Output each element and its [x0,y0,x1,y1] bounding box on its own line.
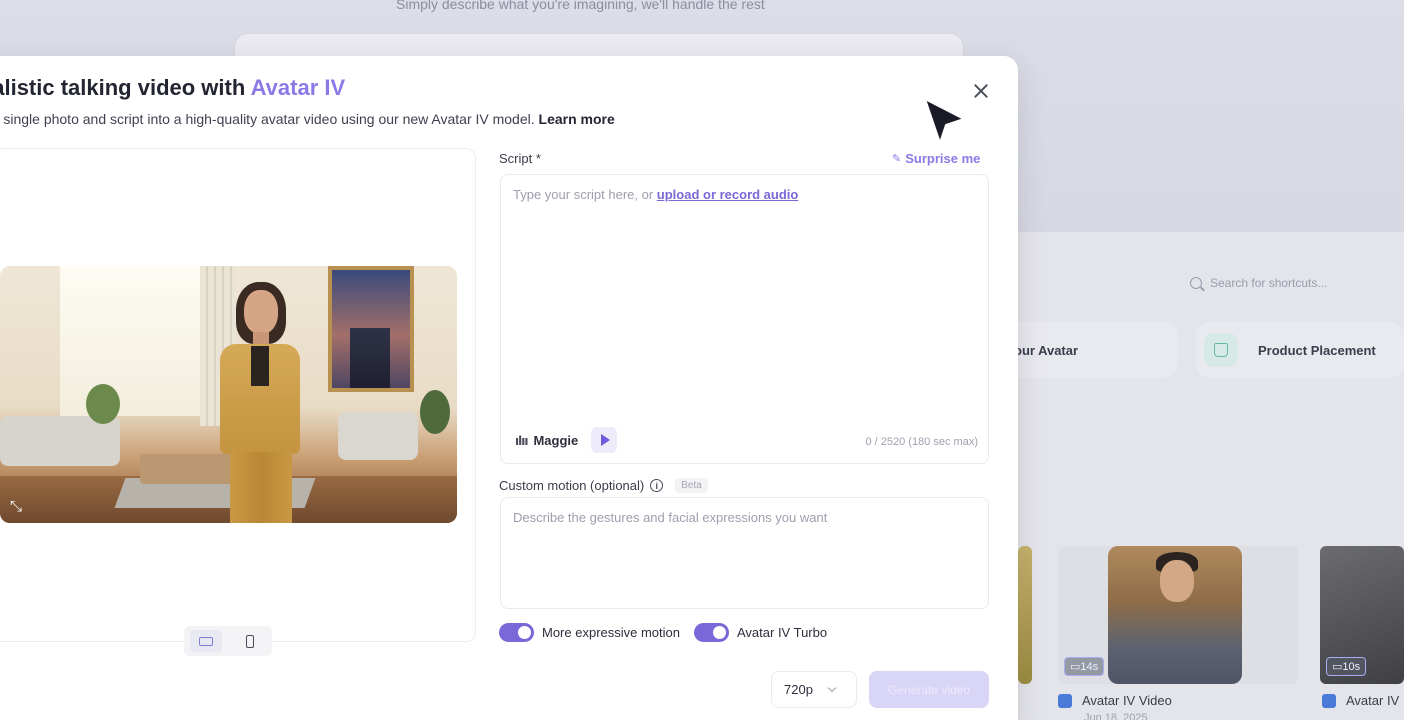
wand-icon: ✎ [892,152,902,165]
shopping-bag-icon [1204,333,1238,367]
video-date: Jun 18, 2025 [1084,712,1148,720]
shortcut-card-label: our Avatar [1014,342,1079,358]
toggle-switch[interactable] [694,623,729,642]
duration-badge: ▭10s [1326,657,1367,676]
script-placeholder: Type your script here, or upload or reco… [513,187,799,202]
search-icon [1190,277,1202,289]
voice-name: Maggie [533,433,579,448]
shortcut-card-label: Product Placement [1258,342,1376,358]
landscape-button[interactable] [190,630,222,652]
title-accent: Avatar IV [250,75,346,100]
avatar-photo [0,266,457,523]
video-icon [1058,693,1072,708]
expressive-motion-toggle[interactable]: More expressive motion [499,623,680,642]
aspect-ratio-toggle [184,626,272,656]
resolution-select[interactable]: 720p [771,671,857,708]
motion-placeholder: Describe the gestures and facial express… [513,510,828,525]
video-thumbnail[interactable]: ▭10s [1320,546,1404,684]
surprise-me-button[interactable]: ✎ Surprise me [892,151,980,166]
custom-motion-textarea[interactable]: Describe the gestures and facial express… [500,497,989,609]
custom-motion-label: Custom motion (optional) i Beta [499,478,708,493]
toggle-label: Avatar IV Turbo [737,625,828,640]
video-icon [1322,693,1336,708]
mouse-cursor-icon [924,98,965,144]
toggle-switch[interactable] [499,623,534,642]
shortcut-search[interactable]: Search for shortcuts... [1190,276,1327,290]
upload-audio-link[interactable]: upload or record audio [657,187,799,202]
video-title[interactable]: Avatar IV Video [1058,693,1172,708]
portrait-icon [246,634,254,648]
voice-selector[interactable]: ılıı Maggie [515,433,578,448]
avatar-turbo-toggle[interactable]: Avatar IV Turbo [694,623,827,642]
tagline: Simply describe what you're imagining, w… [396,0,765,12]
character-counter: 0 / 2520 (180 sec max) [865,436,978,448]
landscape-icon [199,636,213,646]
search-placeholder: Search for shortcuts... [1210,276,1328,290]
toggle-label: More expressive motion [542,625,680,640]
beta-badge: Beta [675,478,708,493]
script-label: Script * [499,151,541,166]
avatar-iv-modal: ealistic talking video with Avatar IV n … [0,56,1018,720]
chevron-down-icon [827,683,837,693]
shortcut-card-avatar[interactable]: our Avatar [1000,322,1178,378]
portrait-button[interactable] [234,630,266,652]
generate-video-button[interactable]: Generate video [869,671,989,708]
script-textarea[interactable]: Type your script here, or upload or reco… [500,174,989,464]
avatar-person [206,282,310,523]
thumbnail-image [1108,546,1242,684]
waveform-icon: ılıı [515,433,528,448]
resolution-value: 720p [784,682,813,697]
learn-more-link[interactable]: Learn more [539,111,615,127]
modal-title: ealistic talking video with Avatar IV [0,75,346,100]
duration-badge: ▭14s [1064,657,1105,676]
shortcut-card-product-placement[interactable]: Product Placement [1196,322,1404,378]
expand-icon[interactable] [10,498,26,514]
video-thumbnail[interactable] [1018,546,1032,684]
play-icon[interactable] [591,427,617,453]
close-icon[interactable] [970,80,992,102]
video-thumbnail[interactable]: ▭14s [1058,546,1298,684]
video-title[interactable]: Avatar IV [1322,693,1399,708]
modal-subtitle: n a single photo and script into a high-… [0,111,615,127]
info-icon[interactable]: i [650,479,664,492]
